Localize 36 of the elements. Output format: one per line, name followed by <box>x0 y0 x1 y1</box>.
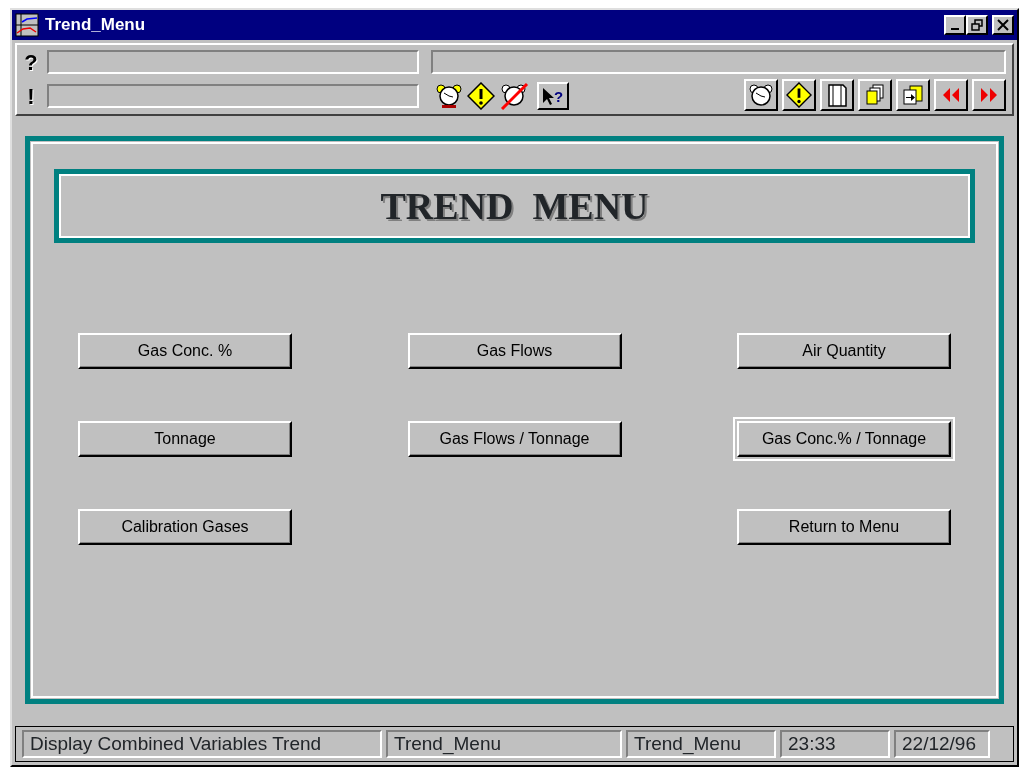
document-icon <box>826 82 848 108</box>
warning-icon <box>467 82 495 110</box>
alert-mark: ! <box>26 82 36 111</box>
minimize-button[interactable] <box>944 15 966 35</box>
export-button[interactable] <box>896 79 930 111</box>
close-button[interactable] <box>992 15 1014 35</box>
rewind-button[interactable] <box>934 79 968 111</box>
help-pointer-button[interactable]: ? <box>537 82 569 110</box>
alarm-clock-icon <box>748 83 774 107</box>
alarm-clock-button[interactable] <box>744 79 778 111</box>
menu-button[interactable]: Gas Conc.% / Tonnage <box>733 417 955 461</box>
restore-button[interactable] <box>966 15 988 35</box>
film-strip-button[interactable] <box>820 79 854 111</box>
alarm-clock-icon <box>435 83 463 109</box>
fast-forward-icon <box>978 86 1000 104</box>
pointer-icon <box>542 87 554 105</box>
status-field: Trend_Menu <box>626 730 776 758</box>
warning-button[interactable] <box>782 79 816 111</box>
status-field: Trend_Menu <box>386 730 622 758</box>
fast-forward-button[interactable] <box>972 79 1006 111</box>
copy-pages-button[interactable] <box>858 79 892 111</box>
close-icon <box>997 19 1009 31</box>
export-icon <box>902 84 924 106</box>
pages-icon <box>864 83 886 107</box>
alarm-off-icon <box>499 82 529 110</box>
status-field: Display Combined Variables Trend <box>22 730 382 758</box>
status-field: 22/12/96 <box>894 730 990 758</box>
window-title: Trend_Menu <box>45 14 147 37</box>
menu-heading: TREND MENU <box>54 169 975 243</box>
status-field: 23:33 <box>780 730 890 758</box>
minimize-icon <box>951 28 959 30</box>
warning-icon <box>786 82 812 108</box>
help-mark: ? <box>23 48 39 77</box>
restore-icon <box>971 19 983 31</box>
question-mark: ? <box>553 88 564 104</box>
trend-chart-icon <box>15 13 39 37</box>
